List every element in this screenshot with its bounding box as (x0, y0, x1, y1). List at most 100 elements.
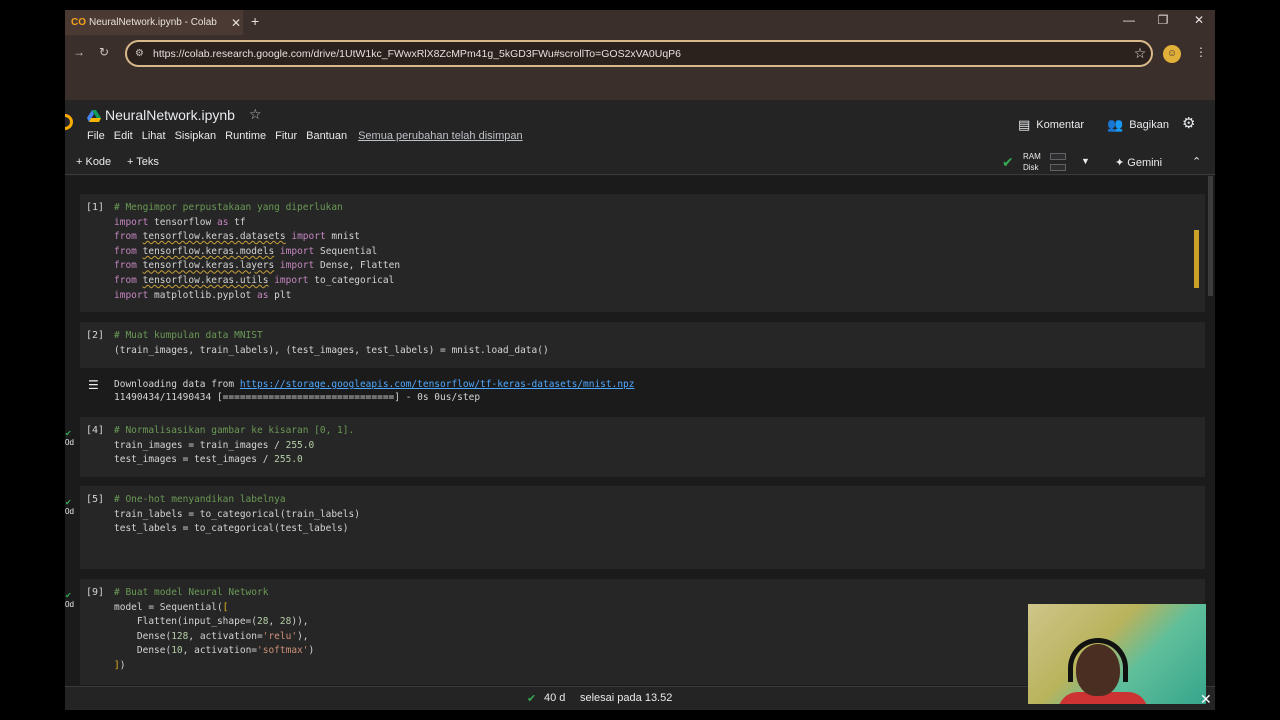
comment-label: Komentar (1036, 119, 1084, 131)
browser-menu-icon[interactable]: ⋮ (1195, 45, 1207, 59)
notebook-scrollbar[interactable] (1208, 176, 1213, 296)
add-code-button[interactable]: + Kode (76, 156, 111, 168)
code-cell[interactable]: [1] # Mengimpor perpustakaan yang diperl… (80, 194, 1205, 312)
minimize-icon[interactable]: — (1119, 13, 1139, 27)
google-drive-icon[interactable] (87, 110, 101, 122)
save-status-link[interactable]: Semua perubahan telah disimpan (358, 130, 523, 142)
cell-prompt[interactable]: [5] (86, 494, 104, 505)
code-line: train_labels = to_categorical(train_labe… (114, 508, 360, 520)
url-text[interactable]: https://colab.research.google.com/drive/… (153, 48, 1129, 60)
cell-output: ☰ Downloading data from https://storage.… (80, 376, 1205, 406)
cell-prompt[interactable]: [2] (86, 330, 104, 341)
code-line: test_labels = to_categorical(test_labels… (114, 523, 349, 535)
resource-indicator[interactable]: RAM Disk (1023, 151, 1041, 173)
menu-view[interactable]: Lihat (142, 130, 166, 142)
cell-prompt[interactable]: [9] (86, 587, 104, 598)
code-line: # Buat model Neural Network (114, 587, 269, 598)
add-text-button[interactable]: + Teks (127, 156, 159, 168)
code-line: # Normalisasikan gambar ke kisaran [0, 1… (114, 425, 355, 436)
restore-icon[interactable]: ❐ (1153, 13, 1173, 27)
cell-focus-marker (1194, 230, 1199, 288)
browser-tab[interactable]: CO NeuralNetwork.ipynb - Colab ✕ (65, 10, 243, 35)
output-prefix: Downloading data from (114, 379, 240, 390)
close-tab-icon[interactable]: ✕ (229, 16, 243, 30)
comment-icon: ▤ (1018, 117, 1031, 132)
code-line: # Muat kumpulan data MNIST (114, 330, 263, 341)
code-editor[interactable]: # Mengimpor perpustakaan yang diperlukan… (114, 201, 400, 303)
code-keyword: import (291, 231, 326, 243)
run-status: ✔ 0d (65, 591, 74, 609)
bookmark-star-icon[interactable]: ☆ (1129, 45, 1151, 62)
code-keyword: from (114, 274, 137, 286)
browser-bar-spacer (65, 73, 1215, 100)
code-cell[interactable]: ✔ 0d [5] # One-hot menyandikan labelnya t… (65, 486, 1205, 569)
output-line: 11490434/11490434 [=====================… (114, 392, 481, 403)
webcam-overlay (1028, 604, 1206, 704)
code-number: 255.0 (274, 454, 303, 466)
dataset-link[interactable]: https://storage.googleapis.com/tensorflo… (240, 379, 635, 390)
menu-file[interactable]: File (87, 130, 105, 142)
code-cell[interactable]: [2] # Muat kumpulan data MNIST (train_im… (80, 322, 1205, 368)
profile-avatar-icon[interactable]: ☺ (1163, 45, 1181, 63)
code-cell[interactable]: ✔ 0d [4] # Normalisasikan gambar ke kisar… (65, 417, 1205, 477)
gemini-button[interactable]: ✦ Gemini (1115, 156, 1162, 169)
browser-window: CO NeuralNetwork.ipynb - Colab ✕ + — ❐ ✕… (65, 10, 1215, 710)
code-number: 128 (171, 630, 189, 642)
cell-prompt[interactable]: [4] (86, 425, 104, 436)
colab-logo-icon[interactable] (65, 114, 73, 130)
code-keyword: import (279, 245, 315, 257)
cell-prompt[interactable]: [1] (86, 202, 104, 213)
code-number: 10 (171, 645, 183, 657)
status-check-icon: ✔ (527, 693, 537, 705)
menu-insert[interactable]: Sisipkan (175, 130, 217, 142)
menu-help[interactable]: Bantuan (306, 130, 347, 142)
output-menu-icon[interactable]: ☰ (88, 378, 99, 392)
code-keyword: as (216, 216, 229, 228)
reload-icon[interactable]: ↻ (99, 45, 109, 59)
new-tab-icon[interactable]: + (251, 13, 259, 29)
run-time: 0d (65, 600, 74, 609)
code-editor[interactable]: # Normalisasikan gambar ke kisaran [0, 1… (114, 424, 354, 468)
cell-toolbar: + Kode + Teks ✔ RAM Disk ▼ ✦ Gemini ⌃ (65, 150, 1215, 175)
disk-meter (1050, 164, 1066, 171)
sparkle-icon: ✦ (1115, 157, 1128, 169)
code-string: 'relu' (262, 630, 298, 642)
code-keyword: from (114, 245, 137, 257)
run-time: 0d (65, 507, 74, 516)
comment-button[interactable]: ▤ Komentar (1018, 117, 1084, 133)
code-number: 28 (279, 616, 292, 628)
code-keyword: as (257, 289, 269, 301)
code-module: tensorflow.keras.datasets (142, 231, 286, 243)
star-notebook-icon[interactable]: ☆ (249, 106, 262, 123)
code-number: 255.0 (285, 439, 315, 451)
output-text: Downloading data from https://storage.go… (114, 378, 635, 404)
code-bracket: ] (114, 659, 120, 671)
share-button[interactable]: 👥 Bagikan (1107, 117, 1169, 133)
close-webcam-icon[interactable]: ✕ (1200, 691, 1212, 708)
execution-finished[interactable]: selesai pada 13.52 (580, 692, 672, 704)
runtime-dropdown-icon[interactable]: ▼ (1081, 156, 1090, 166)
notebook-filename[interactable]: NeuralNetwork.ipynb (105, 107, 235, 123)
code-editor[interactable]: # One-hot menyandikan labelnya train_lab… (114, 493, 360, 537)
code-keyword: import (114, 289, 149, 301)
site-info-icon[interactable]: ⚙ (135, 48, 153, 59)
code-editor[interactable]: # Buat model Neural Network model = Sequ… (114, 586, 314, 674)
menu-runtime[interactable]: Runtime (225, 130, 266, 142)
code-editor[interactable]: # Muat kumpulan data MNIST (train_images… (114, 329, 549, 358)
menu-edit[interactable]: Edit (114, 130, 133, 142)
people-icon: 👥 (1107, 117, 1124, 132)
execution-time[interactable]: 40 d (544, 692, 565, 704)
menu-tools[interactable]: Fitur (275, 130, 297, 142)
address-bar[interactable]: ⚙ https://colab.research.google.com/driv… (125, 40, 1153, 67)
close-window-icon[interactable]: ✕ (1189, 13, 1209, 27)
run-time: 0d (65, 438, 74, 447)
code-module: tensorflow.keras.models (142, 245, 275, 257)
connected-check-icon: ✔ (1002, 154, 1014, 170)
settings-gear-icon[interactable]: ⚙ (1182, 114, 1195, 132)
forward-icon[interactable]: → (73, 45, 85, 59)
tab-title: NeuralNetwork.ipynb - Colab (89, 17, 217, 28)
ram-meter (1050, 153, 1066, 160)
collapse-header-icon[interactable]: ⌃ (1192, 155, 1201, 168)
code-line: (train_images, train_labels), (test_imag… (114, 344, 549, 356)
code-string: 'softmax' (257, 645, 309, 657)
